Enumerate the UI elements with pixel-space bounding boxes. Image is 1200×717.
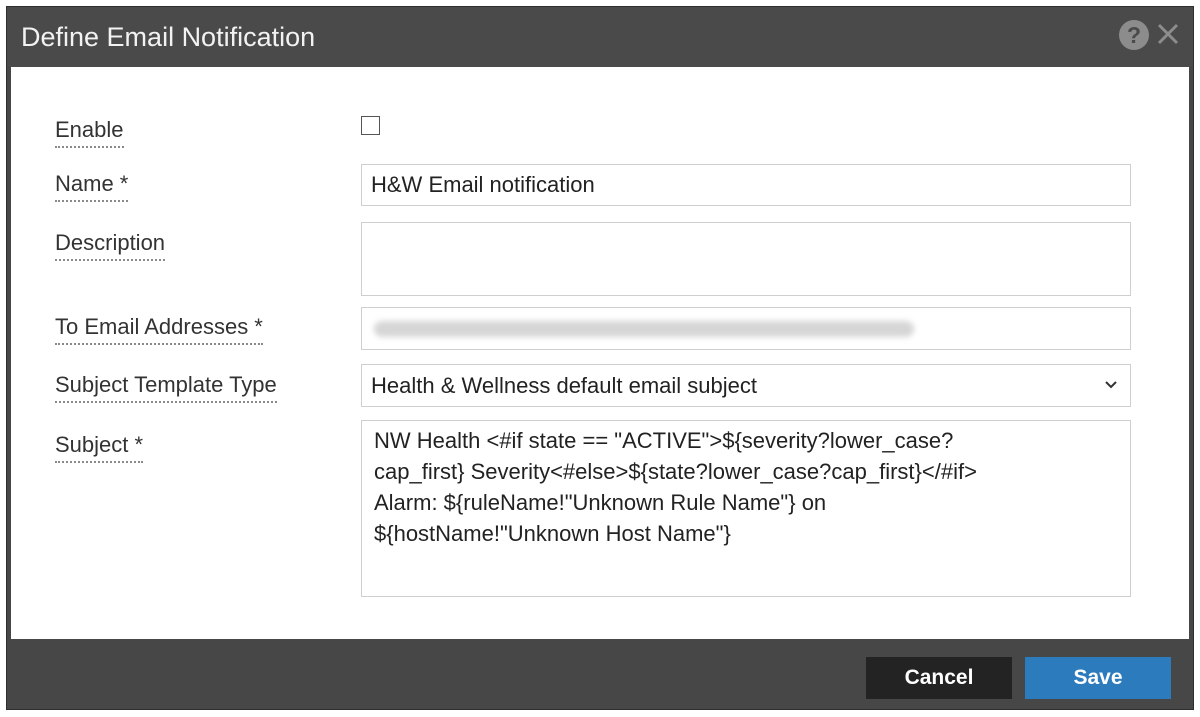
dialog-footer: Cancel Save: [7, 639, 1193, 709]
redacted-email-text: [374, 321, 914, 337]
name-input-value: H&W Email notification: [371, 172, 595, 197]
subject-template-type-value: Health & Wellness default email subject: [371, 373, 758, 398]
name-input[interactable]: H&W Email notification: [361, 164, 1131, 206]
to-email-label: To Email Addresses *: [55, 312, 263, 345]
subject-template-type-label: Subject Template Type: [55, 370, 277, 403]
dialog-title: Define Email Notification: [21, 22, 316, 52]
enable-label: Enable: [55, 115, 124, 148]
close-icon[interactable]: [1153, 19, 1183, 49]
subject-template-type-select[interactable]: Health & Wellness default email subject: [361, 364, 1131, 407]
cancel-button[interactable]: Cancel: [866, 657, 1012, 699]
dialog-titlebar: Define Email Notification ?: [7, 7, 1193, 67]
dialog-body: Enable Name * H&W Email notification Des…: [11, 67, 1189, 639]
description-input[interactable]: [361, 222, 1131, 296]
description-label: Description: [55, 228, 166, 261]
define-email-notification-dialog: Define Email Notification ? Enable Name …: [6, 6, 1194, 710]
enable-checkbox[interactable]: [361, 116, 380, 135]
name-label: Name *: [55, 169, 129, 202]
question-circle-icon[interactable]: ?: [1119, 20, 1149, 50]
to-email-input[interactable]: [361, 307, 1131, 350]
save-button[interactable]: Save: [1025, 657, 1171, 699]
subject-textarea[interactable]: NW Health <#if state == "ACTIVE">${sever…: [361, 420, 1131, 597]
subject-label: Subject *: [55, 430, 144, 463]
chevron-down-icon: [1105, 381, 1117, 389]
